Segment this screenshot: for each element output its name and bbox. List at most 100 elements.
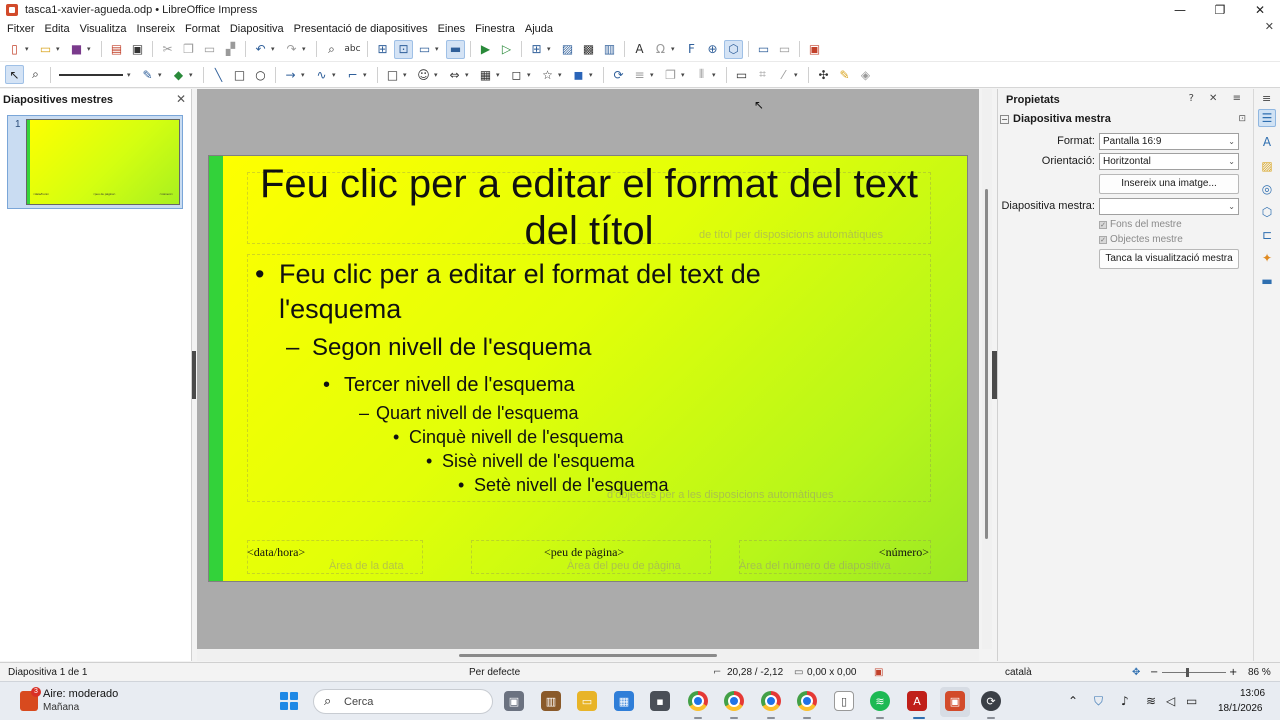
new-master-icon[interactable]: ▭ (754, 40, 773, 59)
master-slide-select[interactable]: ⌄ (1099, 198, 1239, 215)
table-dropdown-icon[interactable]: ▾ (547, 45, 554, 53)
lines-arrows-dropdown-icon[interactable]: ▾ (301, 71, 308, 79)
master-slide-canvas[interactable]: de títol per disposicions automàtiques F… (208, 155, 968, 582)
image-icon[interactable]: ▨ (558, 40, 577, 59)
outline-level-1[interactable]: • Feu clic per a editar el format del te… (255, 257, 879, 327)
zoom-level-status[interactable]: 86 % (1248, 667, 1271, 678)
save-dropdown-icon[interactable]: ▾ (87, 45, 94, 53)
security-tray-icon[interactable]: ⛉ (1094, 694, 1103, 709)
points-icon[interactable]: ✣ (814, 65, 833, 84)
slide-transition-deck-icon[interactable]: ⊏ (1258, 226, 1276, 244)
fit-slide-icon[interactable]: ✥ (1132, 667, 1140, 678)
zoom-pan-icon[interactable]: ⌕ (26, 65, 45, 84)
outline-level-4[interactable]: – Quart nivell de l'esquema (359, 402, 579, 424)
line-icon[interactable]: ╲ (209, 65, 228, 84)
close-master-view-icon[interactable]: ▣ (805, 40, 824, 59)
line-color-dropdown-icon[interactable]: ▾ (158, 71, 165, 79)
menu-edita[interactable]: Edita (40, 23, 75, 35)
properties-deck-icon[interactable]: ☰ (1258, 109, 1276, 127)
task-view-icon[interactable]: ▣ (504, 691, 524, 711)
styles-deck-icon[interactable]: A (1258, 133, 1276, 151)
table-icon[interactable]: ⊞ (527, 40, 546, 59)
library-app-icon[interactable]: ▥ (541, 691, 561, 711)
weather-subtitle[interactable]: Mañana (43, 702, 79, 713)
start-button[interactable] (280, 692, 298, 710)
block-arrows-icon[interactable]: ⇔ (445, 65, 464, 84)
3d-objects-icon[interactable]: ◼ (569, 65, 588, 84)
zoom-slider[interactable] (1162, 672, 1226, 673)
special-character-icon[interactable]: Ω (651, 40, 670, 59)
fill-color-icon[interactable]: ◆ (169, 65, 188, 84)
fontwork-icon[interactable]: F (682, 40, 701, 59)
master-slides-deck-icon[interactable]: ▬ (1258, 272, 1276, 290)
footer-date-field[interactable]: <data/hora> (247, 545, 305, 560)
master-title-text[interactable]: Feu clic per a editar el format del text… (239, 161, 939, 255)
zoom-in-icon[interactable]: + (1229, 667, 1237, 678)
stars-icon[interactable]: ☆ (538, 65, 557, 84)
3d-objects-dropdown-icon[interactable]: ▾ (589, 71, 596, 79)
menu-ajuda[interactable]: Ajuda (520, 23, 558, 35)
acrobat-icon[interactable]: A (907, 691, 927, 711)
callouts-icon[interactable]: ◻ (507, 65, 526, 84)
redo-dropdown-icon[interactable]: ▾ (302, 45, 309, 53)
properties-controls[interactable]: ? ✕ ≡ (1189, 93, 1247, 104)
document-app-icon[interactable]: ▯ (834, 691, 854, 711)
helplines-icon[interactable]: ⊡ (394, 39, 413, 59)
more-options-icon[interactable]: ⊡ (1238, 114, 1246, 124)
master-background-checkbox[interactable]: ✓ Fons del mestre (1099, 219, 1182, 230)
outline-level-5[interactable]: • Cinquè nivell de l'esquema (393, 426, 624, 448)
interaction-icon[interactable]: ⬡ (724, 39, 743, 59)
menu-diapositiva[interactable]: Diapositiva (225, 23, 289, 35)
flowchart-icon[interactable]: ▦ (476, 65, 495, 84)
close-document-icon[interactable]: ✕ (1265, 20, 1274, 33)
animation-deck-icon[interactable]: ✦ (1258, 249, 1276, 267)
new-dropdown-icon[interactable]: ▾ (25, 45, 32, 53)
align-icon[interactable]: ≡ (630, 65, 649, 84)
close-master-view-button[interactable]: Tanca la visualització mestra (1099, 249, 1239, 269)
open-dropdown-icon[interactable]: ▾ (56, 45, 63, 53)
taskbar-search[interactable]: ⌕ Cerca (313, 689, 493, 714)
master-slide-thumbnail[interactable]: 1 <data/hora> <peu de pàgina> <número> (7, 115, 183, 209)
undo-dropdown-icon[interactable]: ▾ (271, 45, 278, 53)
menu-finestra[interactable]: Finestra (470, 23, 520, 35)
spotify-icon[interactable]: ≋ (870, 691, 890, 711)
taskbar-date[interactable]: 18/1/2026 (1218, 703, 1263, 714)
basic-shapes-dropdown-icon[interactable]: ▾ (403, 71, 410, 79)
insert-image-button[interactable]: Insereix una imatge... (1099, 174, 1239, 194)
special-character-dropdown-icon[interactable]: ▾ (671, 45, 678, 53)
display-views-icon[interactable]: ▭ (415, 40, 434, 59)
weather-title[interactable]: Aire: moderado (43, 688, 118, 700)
align-dropdown-icon[interactable]: ▾ (650, 71, 657, 79)
navigator-deck-icon[interactable]: ◎ (1258, 180, 1276, 198)
spelling-icon[interactable]: abc (343, 40, 362, 59)
close-pane-icon[interactable]: ✕ (176, 92, 186, 106)
left-pane-splitter[interactable] (192, 351, 196, 399)
clone-formatting-icon[interactable]: ▞ (221, 40, 240, 59)
master-slide-icon[interactable]: ▬ (446, 39, 465, 59)
impress-taskbar-icon[interactable]: ▣ (945, 691, 965, 711)
connectors-dropdown-icon[interactable]: ▾ (363, 71, 370, 79)
document-modified-icon[interactable]: ▣ (874, 667, 883, 678)
new-document-icon[interactable]: ▯ (5, 40, 24, 59)
undo-icon[interactable]: ↶ (251, 40, 270, 59)
menu-eines[interactable]: Eines (433, 23, 471, 35)
line-style-selector[interactable] (59, 73, 123, 76)
open-folder-icon[interactable]: ▭ (36, 40, 55, 59)
gallery-deck-icon[interactable]: ▨ (1258, 157, 1276, 175)
filter-dropdown-icon[interactable]: ▾ (794, 71, 801, 79)
save-icon[interactable]: ■ (67, 40, 86, 59)
outline-level-7[interactable]: • Setè nivell de l'esquema (458, 474, 669, 496)
menu-visualitza[interactable]: Visualitza (75, 23, 132, 35)
ellipse-icon[interactable]: ○ (251, 65, 270, 84)
vertical-scrollbar[interactable] (982, 89, 992, 649)
language-status[interactable]: català (1005, 667, 1032, 678)
menu-format[interactable]: Format (180, 23, 225, 35)
basic-shapes-icon[interactable]: □ (383, 65, 402, 84)
line-color-icon[interactable]: ✎ (138, 65, 157, 84)
hyperlink-icon[interactable]: ⊕ (703, 40, 722, 59)
connectors-icon[interactable]: ⌐ (343, 65, 362, 84)
select-arrow-icon[interactable]: ↖ (5, 65, 24, 84)
crop-icon[interactable]: ⌗ (753, 65, 772, 84)
grid-icon[interactable]: ⊞ (373, 40, 392, 59)
horizontal-scroll-thumb[interactable] (459, 654, 717, 657)
